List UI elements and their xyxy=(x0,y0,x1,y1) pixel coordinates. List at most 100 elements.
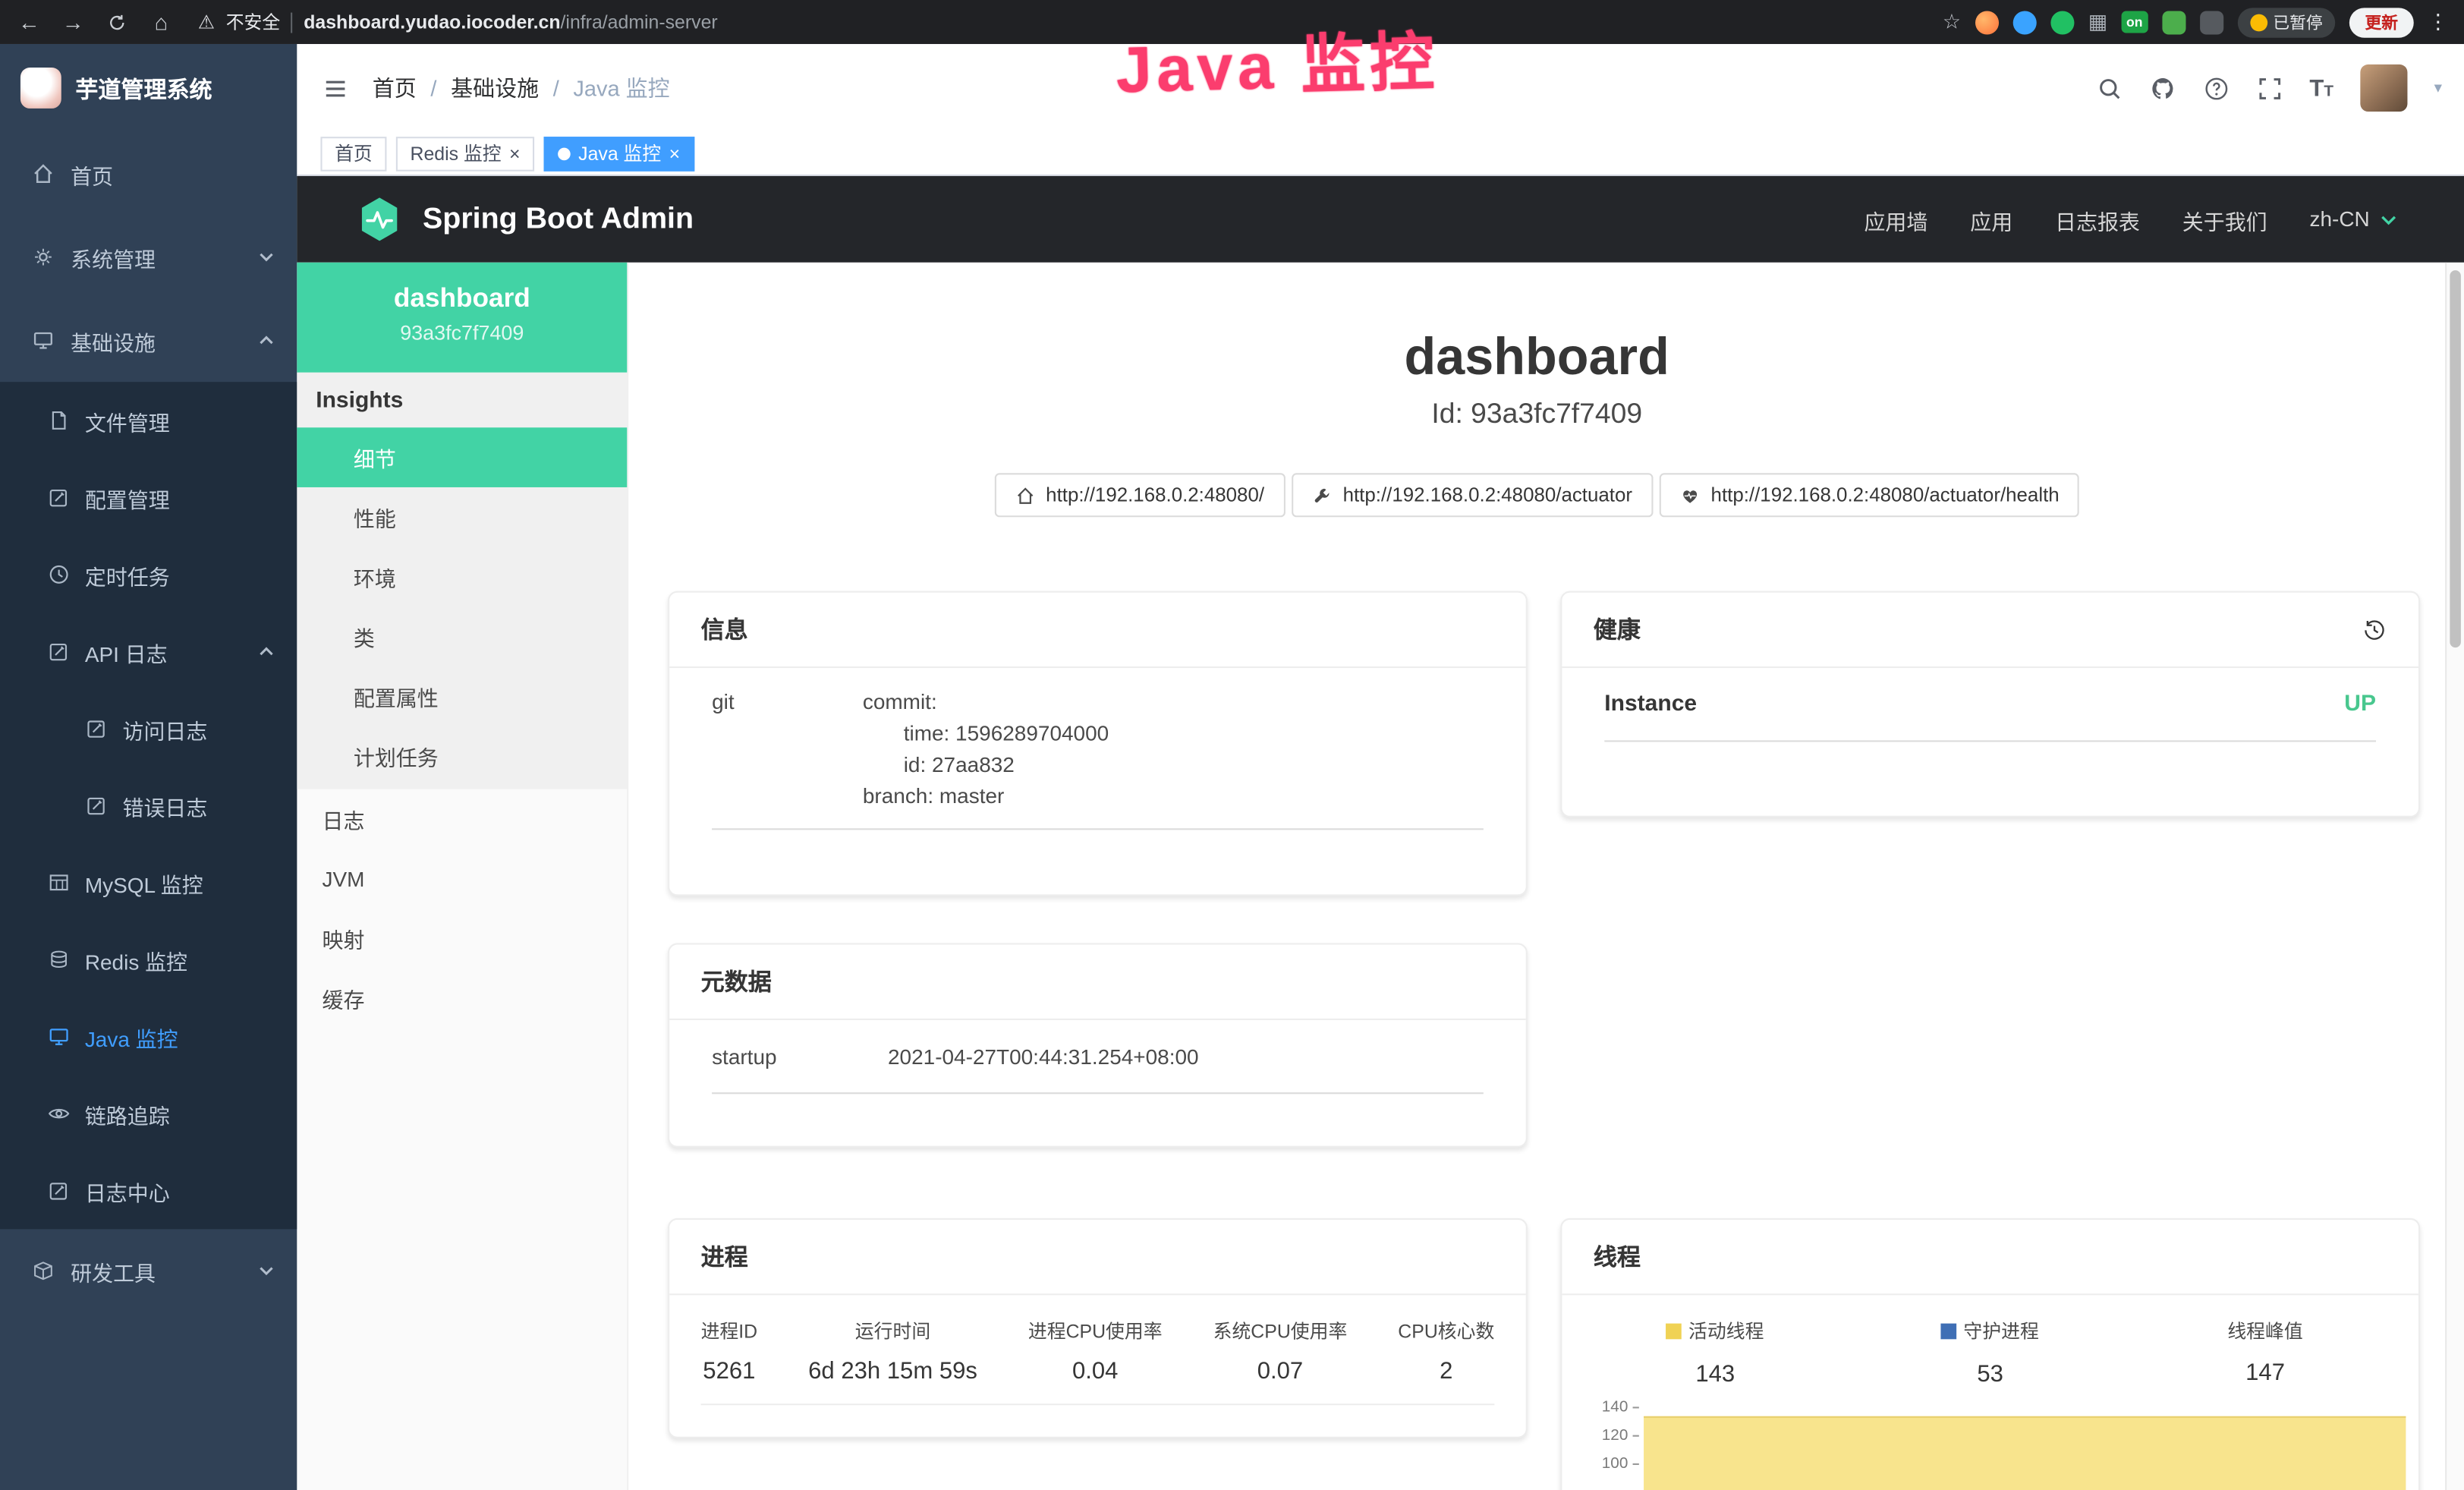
sba-menu-mappings[interactable]: 映射 xyxy=(297,909,627,969)
sba-nav-about[interactable]: 关于我们 xyxy=(2182,203,2267,235)
live-threads-area xyxy=(1644,1416,2406,1490)
info-line: branch: master xyxy=(863,781,1109,812)
github-icon[interactable] xyxy=(2149,74,2176,101)
legend-daemon-threads: 守护进程 53 xyxy=(1852,1317,2127,1387)
bookmark-star-icon[interactable]: ☆ xyxy=(1943,9,1961,34)
sba-brand[interactable]: Spring Boot Admin xyxy=(297,195,694,244)
scrollbar-thumb[interactable] xyxy=(2450,270,2460,647)
breadcrumb-home[interactable]: 首页 xyxy=(373,72,417,103)
edit-icon xyxy=(47,486,71,509)
breadcrumb-infrastructure[interactable]: 基础设施 xyxy=(451,72,539,103)
breadcrumb-current: Java 监控 xyxy=(573,72,669,103)
sba-menu-classes[interactable]: 类 xyxy=(297,606,627,666)
col-header: 运行时间 xyxy=(808,1317,977,1344)
sidebar-item-tracing[interactable]: 链路追踪 xyxy=(0,1075,297,1151)
tab-java-monitor[interactable]: Java 监控× xyxy=(544,136,694,171)
box-icon xyxy=(31,1259,55,1283)
browser-home-icon[interactable]: ⌂ xyxy=(148,9,175,34)
paused-badge[interactable]: 已暂停 xyxy=(2237,7,2335,36)
table-icon xyxy=(47,871,71,894)
tab-label: 首页 xyxy=(335,140,373,166)
instance-links: http://192.168.0.2:48080/ http://192.168… xyxy=(628,473,2445,517)
sba-language-select[interactable]: zh-CN xyxy=(2310,207,2399,231)
browser-update-button[interactable]: 更新 xyxy=(2349,7,2414,36)
sidebar-item-label: 错误日志 xyxy=(123,790,208,821)
extension-blue-icon[interactable] xyxy=(2012,10,2036,33)
legend-label: 守护进程 xyxy=(1963,1317,2038,1344)
breadcrumb-separator: / xyxy=(553,75,559,100)
browser-menu-icon[interactable]: ⋮ xyxy=(2428,9,2448,34)
sidebar-item-mysql-monitor[interactable]: MySQL 监控 xyxy=(0,844,297,921)
sidebar-item-scheduled-jobs[interactable]: 定时任务 xyxy=(0,536,297,613)
sidebar-item-infrastructure[interactable]: 基础设施 xyxy=(0,298,297,382)
sba-nav-journal[interactable]: 日志报表 xyxy=(2055,203,2140,235)
user-avatar[interactable] xyxy=(2360,65,2407,112)
extension-grid-icon[interactable]: ▦ xyxy=(2088,9,2107,34)
legend-label: 线程峰值 xyxy=(2227,1317,2302,1344)
sba-sidebar: dashboard 93a3fc7f7409 Insights 细节 性能 环境… xyxy=(297,263,628,1490)
close-icon[interactable]: × xyxy=(509,143,521,162)
sba-menu-jvm[interactable]: JVM xyxy=(297,849,627,909)
instance-health-link[interactable]: http://192.168.0.2:48080/actuator/health xyxy=(1659,473,2079,517)
history-icon[interactable] xyxy=(2362,617,2387,642)
sidebar-item-access-logs[interactable]: 访问日志 xyxy=(0,690,297,767)
paused-label: 已暂停 xyxy=(2273,10,2322,33)
instance-home-link[interactable]: http://192.168.0.2:48080/ xyxy=(994,473,1285,517)
sba-menu-logs[interactable]: 日志 xyxy=(297,789,627,849)
browser-back-icon[interactable]: ← xyxy=(16,9,42,34)
sidebar-item-log-center[interactable]: 日志中心 xyxy=(0,1152,297,1229)
browser-forward-icon[interactable]: → xyxy=(60,9,87,34)
monitor-icon xyxy=(31,329,55,352)
sidebar-item-label: Java 监控 xyxy=(85,1021,178,1052)
extensions-puzzle-icon[interactable] xyxy=(2199,10,2223,33)
sidebar-item-home[interactable]: 首页 xyxy=(0,132,297,216)
process-card-title: 进程 xyxy=(669,1220,1526,1295)
info-card-title: 信息 xyxy=(669,593,1526,668)
sba-menu-metrics[interactable]: 性能 xyxy=(297,487,627,547)
search-icon[interactable] xyxy=(2096,74,2123,101)
sidebar-item-java-monitor[interactable]: Java 监控 xyxy=(0,998,297,1075)
instance-actuator-link[interactable]: http://192.168.0.2:48080/actuator xyxy=(1291,473,1653,517)
help-icon[interactable] xyxy=(2203,74,2230,101)
sidebar-item-api-logs[interactable]: API 日志 xyxy=(0,613,297,690)
sba-insights-group: Insights 细节 性能 环境 类 配置属性 计划任务 xyxy=(297,373,627,789)
sba-menu-caches[interactable]: 缓存 xyxy=(297,969,627,1029)
close-icon[interactable]: × xyxy=(669,143,681,162)
sidebar-item-error-logs[interactable]: 错误日志 xyxy=(0,767,297,844)
sba-menu-environment[interactable]: 环境 xyxy=(297,547,627,607)
topbar-actions: TT ▾ xyxy=(2096,65,2464,112)
extension-fox-icon[interactable] xyxy=(1975,10,1999,33)
tab-home[interactable]: 首页 xyxy=(320,136,386,171)
sidebar-item-system-management[interactable]: 系统管理 xyxy=(0,216,297,299)
instance-id-line: Id: 93a3fc7f7409 xyxy=(628,398,2445,430)
sba-instance-name: dashboard xyxy=(297,283,627,314)
col-value: 0.07 xyxy=(1213,1358,1348,1384)
sba-menu-details[interactable]: 细节 xyxy=(297,427,627,487)
sidebar-item-config-management[interactable]: 配置管理 xyxy=(0,459,297,536)
sba-menu-scheduled-tasks[interactable]: 计划任务 xyxy=(297,726,627,786)
address-divider xyxy=(291,12,293,33)
sidebar-item-redis-monitor[interactable]: Redis 监控 xyxy=(0,921,297,997)
sidebar-item-file-management[interactable]: 文件管理 xyxy=(0,382,297,458)
health-card-title: 健康 xyxy=(1594,613,1641,646)
font-size-icon[interactable]: TT xyxy=(2309,74,2333,101)
sba-instance-header[interactable]: dashboard 93a3fc7f7409 xyxy=(297,263,627,373)
extension-on-badge[interactable]: on xyxy=(2122,11,2148,33)
wrench-icon xyxy=(1311,485,1332,506)
sba-nav-applications[interactable]: 应用 xyxy=(1970,203,2012,235)
link-label: http://192.168.0.2:48080/actuator/health xyxy=(1711,484,2060,506)
extension-green-icon[interactable] xyxy=(2050,10,2074,33)
url-host: dashboard.yudao.iocoder.cn xyxy=(304,11,560,33)
sidebar-item-dev-tools[interactable]: 研发工具 xyxy=(0,1229,297,1312)
fullscreen-icon[interactable] xyxy=(2256,74,2283,101)
tab-redis-monitor[interactable]: Redis 监控× xyxy=(396,136,534,171)
sba-nav-wallboard[interactable]: 应用墙 xyxy=(1864,203,1927,235)
address-bar[interactable]: ⚠ 不安全 dashboard.yudao.iocoder.cn/infra/a… xyxy=(198,9,718,34)
info-card: 信息 git commit: time: 1596289704000 id: 2… xyxy=(668,591,1528,896)
hamburger-icon[interactable] xyxy=(323,74,349,101)
extension-leaf-icon[interactable] xyxy=(2161,10,2185,33)
info-value: commit: time: 1596289704000 id: 27aa832 … xyxy=(863,687,1109,813)
sba-menu-config-props[interactable]: 配置属性 xyxy=(297,666,627,726)
browser-reload-icon[interactable] xyxy=(104,9,131,34)
avatar-caret-icon[interactable]: ▾ xyxy=(2434,80,2442,97)
